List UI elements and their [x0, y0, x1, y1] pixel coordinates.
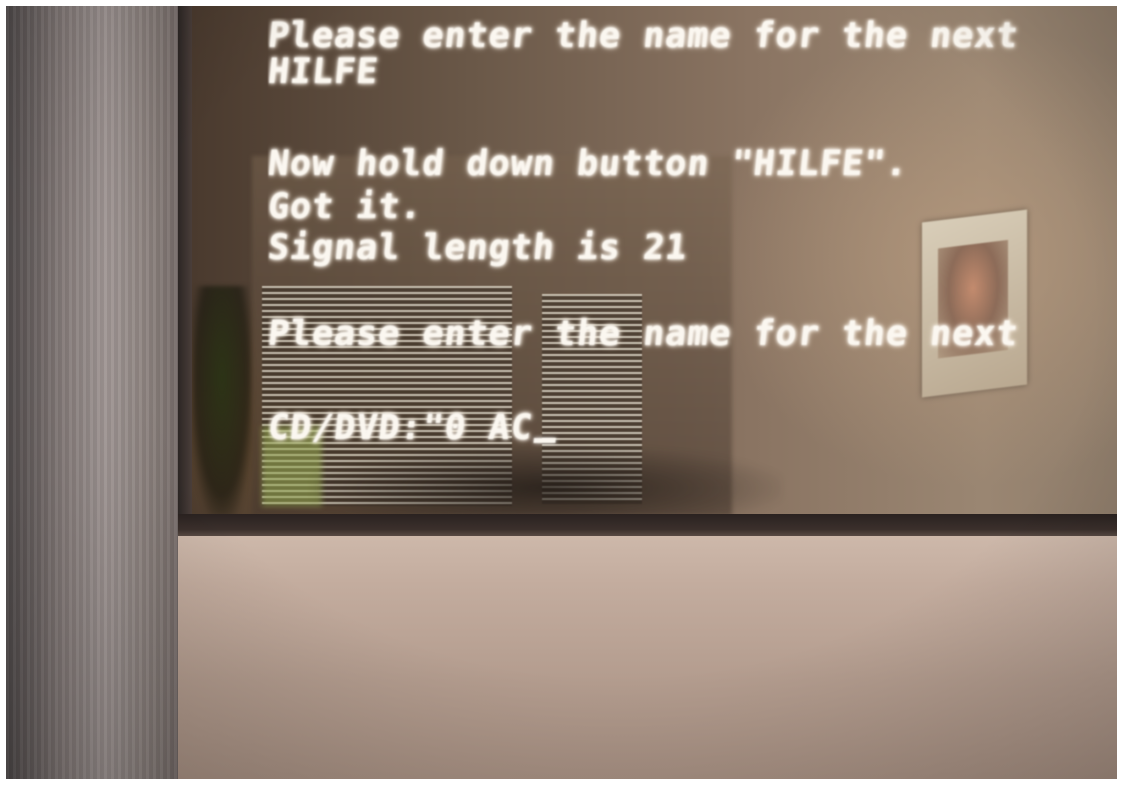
monitor-side-edge [178, 6, 192, 546]
terminal-line: Signal length is 21 [268, 228, 690, 268]
terminal-line: Please enter the name for the next [268, 314, 1021, 354]
reflection-plant [192, 286, 252, 516]
photo-frame: Please enter the name for the next HILFE… [6, 6, 1117, 779]
terminal-prompt-line[interactable]: CD/DVD:"0 AC [268, 408, 559, 448]
wall-background [6, 6, 188, 779]
text-cursor [533, 438, 556, 443]
terminal-output: Please enter the name for the next HILFE… [268, 18, 1117, 518]
monitor-bezel [178, 536, 1117, 779]
terminal-prompt-text: CD/DVD:"0 AC [268, 408, 535, 448]
terminal-line: HILFE [268, 52, 381, 92]
terminal-line: Got it. [268, 187, 425, 227]
terminal-line: Please enter the name for the next [268, 18, 1021, 56]
terminal-line: Now hold down button "HILFE". [268, 144, 911, 184]
